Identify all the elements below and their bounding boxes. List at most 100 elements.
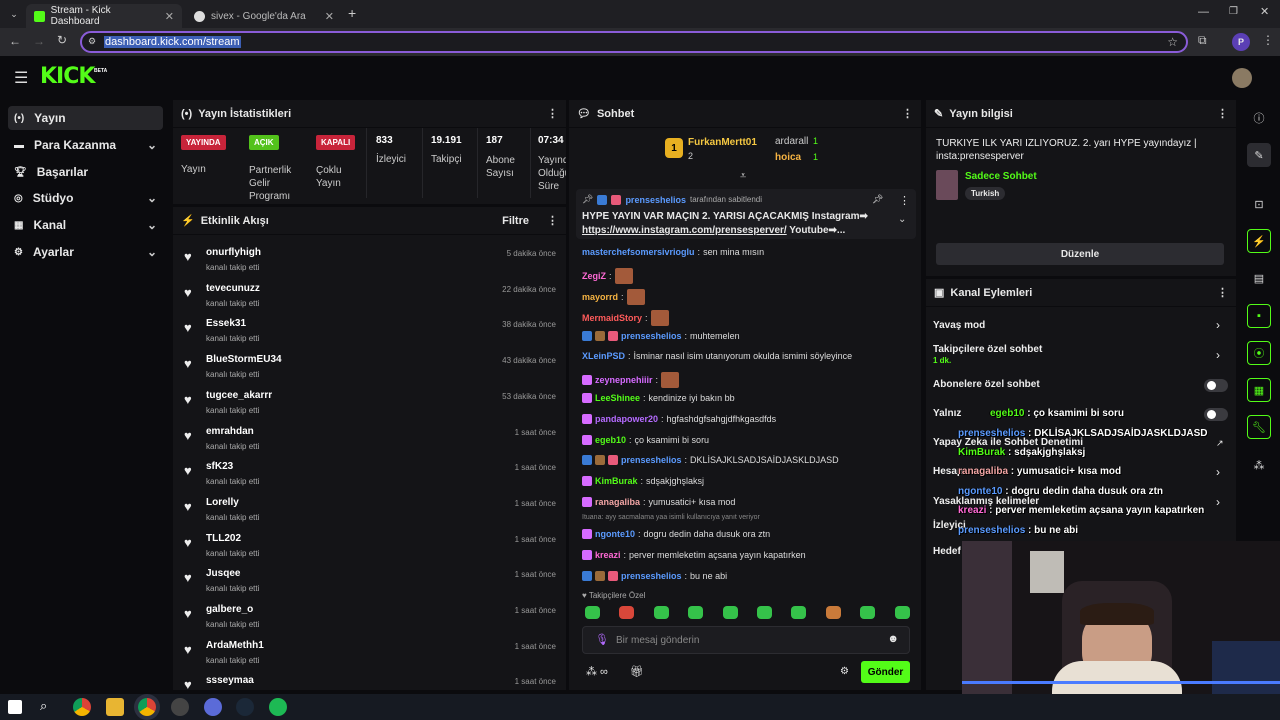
info-icon[interactable]: ⓘ <box>1247 106 1271 130</box>
chat-username[interactable]: prenseshelios <box>621 571 682 581</box>
more-tools-icon[interactable]: ⁂ <box>1247 453 1271 477</box>
activity-event[interactable]: ♥ tevecunuzz kanalı takip etti 22 dakika… <box>180 281 560 317</box>
wrench-icon[interactable]: 🔧︎ <box>1247 415 1271 439</box>
chat-input[interactable]: 🎙︎ Bir mesaj gönderin ☻ <box>582 626 910 654</box>
pinned-message[interactable]: 📌︎ prenseshelios tarafından sabitlendi 📌… <box>576 189 916 239</box>
event-username[interactable]: TLL202 <box>206 533 241 544</box>
event-username[interactable]: onurflyhigh <box>206 247 261 258</box>
activity-event[interactable]: ♥ sfK23 kanalı takip etti 1 saat önce <box>180 459 560 495</box>
event-username[interactable]: ArdaMethh1 <box>206 640 264 651</box>
tab-kick-dashboard[interactable]: Stream - Kick Dashboard ✕ <box>26 4 182 28</box>
pinned-by-user[interactable]: prenseshelios <box>625 195 686 205</box>
chat-settings-gear-icon[interactable]: ⚙ <box>840 666 849 677</box>
sidebar-item-basarilar[interactable]: 🏆︎ Başarılar <box>8 160 163 184</box>
windows-start-icon[interactable] <box>8 700 22 714</box>
bookmark-star-icon[interactable]: ☆ <box>1167 35 1178 49</box>
chat-username[interactable]: XLeinPSD <box>582 351 625 361</box>
obs-icon[interactable] <box>171 698 189 716</box>
quick-emote[interactable] <box>860 606 876 619</box>
chat-username[interactable]: ZegiZ <box>582 271 606 281</box>
forward-icon[interactable]: → <box>33 34 45 48</box>
spotify-icon[interactable] <box>269 698 287 716</box>
browser-menu-icon[interactable]: ⋮ <box>1262 33 1274 47</box>
chat-message[interactable]: KimBurak: sdşakjghşlaksj <box>582 475 704 486</box>
unpin-icon[interactable]: 📌︎ <box>872 194 883 205</box>
chat-tools-icon[interactable]: ⁂ ∞ <box>586 665 608 678</box>
lightning-icon[interactable]: ⚡ <box>1247 229 1271 253</box>
quick-emote[interactable] <box>722 606 738 619</box>
more-options-icon[interactable]: ⋮ <box>547 107 558 120</box>
pinned-link[interactable]: https://www.instagram.com/prensesperver/ <box>582 225 787 236</box>
mic-icon[interactable]: 🎙︎ <box>595 633 609 646</box>
more-options-icon[interactable]: ⋮ <box>547 214 558 227</box>
activity-event[interactable]: ♥ tugcee_akarrr kanalı takip etti 53 dak… <box>180 388 560 424</box>
followers-only-action[interactable]: Takipçilere özel sohbet <box>933 344 1042 355</box>
chat-message[interactable]: pandapower20: hgfashdgfsahgjdfhkgasdfds <box>582 413 776 424</box>
restore-icon[interactable]: ❐ <box>1229 6 1238 17</box>
hamburger-menu-icon[interactable]: ☰ <box>14 68 28 88</box>
more-options-icon[interactable]: ⋮ <box>902 107 913 120</box>
chat-username[interactable]: ranagaliba <box>595 497 640 507</box>
chrome-icon[interactable] <box>73 698 91 716</box>
event-username[interactable]: tugcee_akarrr <box>206 390 272 401</box>
chat-message[interactable]: prenseshelios: muhtemelen <box>582 330 740 341</box>
chat-message[interactable]: mayorrd: <box>582 288 645 305</box>
gift-icon[interactable]: 🎁︎ <box>630 665 644 678</box>
chat-message[interactable]: MermaidStory: <box>582 309 669 326</box>
emoji-picker-icon[interactable]: ☻ <box>887 633 899 645</box>
search-icon[interactable]: ⌕ <box>40 698 47 714</box>
event-username[interactable]: Lorelly <box>206 497 239 508</box>
site-info-icon[interactable]: ⚙ <box>88 36 96 47</box>
quick-emote[interactable] <box>825 606 841 619</box>
sidebar-item-para-kazanma[interactable]: ▬ Para Kazanma ⌄ <box>8 133 163 157</box>
chevron-right-icon[interactable]: › <box>1216 465 1220 479</box>
file-explorer-icon[interactable] <box>106 698 124 716</box>
broadcast-icon[interactable]: ⦿ <box>1247 341 1271 365</box>
category-name[interactable]: Sadece Sohbet <box>965 171 1037 182</box>
chrome-active-icon[interactable] <box>138 698 156 716</box>
activity-event[interactable]: ♥ Lorelly kanalı takip etti 1 saat önce <box>180 495 560 531</box>
chat-username[interactable]: masterchefsomersivrioglu <box>582 247 695 257</box>
close-window-icon[interactable]: ✕ <box>1260 5 1269 18</box>
minimize-icon[interactable]: — <box>1198 6 1209 18</box>
chat-username[interactable]: KimBurak <box>595 476 638 486</box>
chat-message[interactable]: egeb10: ço ksamimi bi soru <box>582 434 709 445</box>
subscribers-only-toggle[interactable] <box>1204 379 1228 392</box>
goal-action[interactable]: Hedef <box>933 546 961 557</box>
extensions-icon[interactable]: ⧉ <box>1198 33 1207 48</box>
chat-username[interactable]: ngonte10 <box>595 529 635 539</box>
chat-username[interactable]: MermaidStory <box>582 313 642 323</box>
chat-message[interactable]: XLeinPSD: İsminar nasıl isim utanıyorum … <box>582 351 852 361</box>
layout-icon[interactable]: ▦ <box>1247 378 1271 402</box>
event-username[interactable]: emrahdan <box>206 426 254 437</box>
chevron-right-icon[interactable]: › <box>1216 348 1220 362</box>
tab-google[interactable]: sivex - Google'da Ara ✕ <box>186 4 342 28</box>
event-username[interactable]: tevecunuzz <box>206 283 260 294</box>
chat-message[interactable]: ZegiZ: <box>582 267 633 284</box>
chat-message[interactable]: LeeShinee: kendinize iyi bakın bb <box>582 393 735 404</box>
activity-event[interactable]: ♥ ArdaMethh1 kanalı takip etti 1 saat ön… <box>180 638 560 674</box>
activity-event[interactable]: ♥ Essek31 kanalı takip etti 38 dakika ön… <box>180 316 560 352</box>
quick-emote[interactable] <box>894 606 910 619</box>
chat-username[interactable]: prenseshelios <box>621 455 682 465</box>
user-avatar[interactable] <box>1232 68 1252 88</box>
close-tab-icon[interactable]: ✕ <box>165 10 174 23</box>
activity-event[interactable]: ♥ TLL202 kanalı takip etti 1 saat önce <box>180 531 560 567</box>
activity-event[interactable]: ♥ Jusqee kanalı takip etti 1 saat önce <box>180 566 560 602</box>
chat-username[interactable]: pandapower20 <box>595 414 658 424</box>
gifter-2-name[interactable]: ardarall <box>775 136 808 147</box>
activity-event[interactable]: ♥ galbere_o kanalı takip etti 1 saat önc… <box>180 602 560 638</box>
top-gifter-name[interactable]: FurkanMertt01 <box>688 137 757 148</box>
chat-username[interactable]: egeb10 <box>595 435 626 445</box>
chat-message[interactable]: masterchefsomersivrioglu: sen mina mısın <box>582 247 764 257</box>
event-username[interactable]: sfK23 <box>206 461 233 472</box>
event-username[interactable]: Essek31 <box>206 318 246 329</box>
quick-emote[interactable] <box>757 606 772 619</box>
sidebar-item-studyo[interactable]: ◎ Stüdyo ⌄ <box>8 186 163 210</box>
chat-username[interactable]: LeeShinee <box>595 393 640 403</box>
quick-emote[interactable] <box>688 606 704 619</box>
event-username[interactable]: galbere_o <box>206 604 253 615</box>
quick-emote[interactable] <box>653 606 669 619</box>
back-icon[interactable]: ← <box>9 34 21 48</box>
chevron-right-icon[interactable]: › <box>1216 318 1220 332</box>
